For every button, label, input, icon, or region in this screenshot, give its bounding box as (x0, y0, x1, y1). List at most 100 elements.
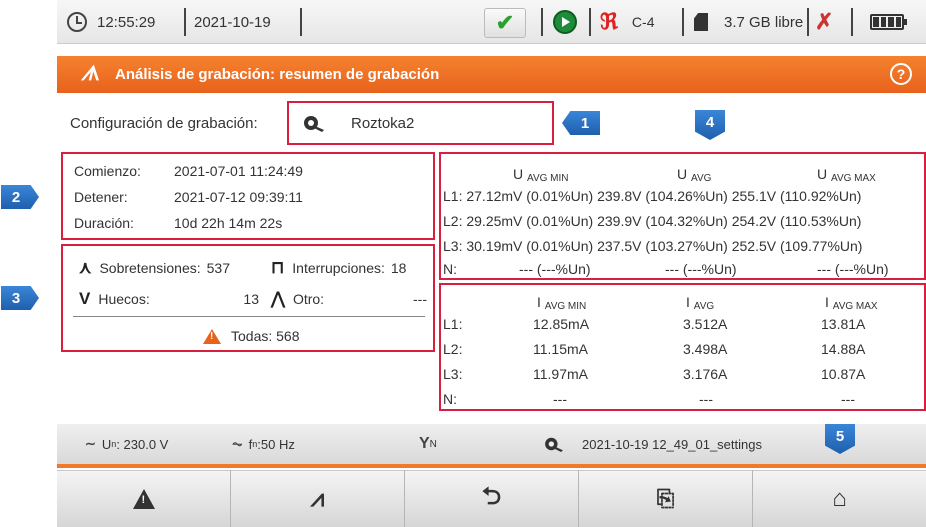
current-row-min: 11.97mA (533, 366, 588, 382)
config-gear-icon (545, 437, 563, 452)
callout-marker-4: 4 (695, 110, 725, 140)
battery-icon (870, 14, 907, 30)
voltage-header-min: U AVG MIN (513, 166, 569, 184)
interruptions-count: 18 (390, 260, 407, 276)
overvoltage-count: 537 (206, 260, 230, 276)
wireless-status: ✗ (815, 0, 833, 44)
current-row-min: 11.15mA (533, 341, 588, 357)
clock: 12:55:29 (67, 0, 155, 44)
current-row-max: 13.81A (821, 316, 866, 332)
interruptions-label: Interrupciones: (292, 260, 385, 276)
current-row-avg: 3.512A (683, 316, 728, 332)
current-header-avg: I AVG (686, 294, 715, 312)
clamp-icon: ℜ (600, 9, 618, 34)
recording-status[interactable] (553, 0, 577, 44)
interruptions-item: ⊓ Interrupciones: 18 (271, 258, 406, 278)
duration-row: Duración: 10d 22h 14m 22s (74, 215, 282, 231)
stop-value: 2021-07-12 09:39:11 (174, 189, 303, 205)
check-button[interactable]: ✔ (484, 8, 526, 38)
divider (300, 8, 302, 36)
check-icon: ✔ (495, 10, 515, 35)
other-count: --- (413, 291, 427, 307)
divider (589, 8, 591, 36)
events-panel: ⋏ Sobretensiones: 537 ⊓ Interrupciones: … (61, 244, 435, 352)
callout-marker-1: 1 (562, 111, 600, 135)
storage-free: 3.7 GB libre (724, 13, 804, 31)
divider (682, 8, 684, 36)
back-button[interactable]: ⮌ (405, 470, 579, 527)
divider (851, 8, 853, 36)
callout-marker-3: 3 (1, 286, 39, 310)
current-header-min: I AVG MIN (537, 294, 587, 312)
nominal-frequency: ⏦ f n:50 Hz (232, 436, 295, 452)
status-date: 2021-10-19 (194, 13, 271, 31)
voltage-row: L2: 29.25mV (0.01%Un) 239.9V (104.32%Un)… (443, 213, 862, 229)
current-panel: I AVG MIN I AVG I AVG MAX L1: 12.85mA 3.… (439, 283, 926, 411)
voltage-n-label: N: (443, 261, 457, 277)
current-row-min: 12.85mA (533, 316, 590, 332)
events-button[interactable] (57, 470, 231, 527)
current-row-avg: 3.176A (683, 366, 728, 382)
overvoltage-icon: ⋏ (79, 258, 92, 277)
recording-time-panel: Comienzo: 2021-07-01 11:24:49 Detener: 202… (61, 152, 435, 240)
current-row-avg: 3.498A (683, 341, 728, 357)
storage-status: 3.7 GB libre (694, 0, 803, 44)
current-row-label: L1: (443, 316, 463, 332)
dips-count: 13 (243, 291, 259, 307)
voltage-row: L3: 30.19mV (0.01%Un) 237.5V (103.27%Un)… (443, 238, 863, 254)
voltage-n-avg: --- (---%Un) (665, 261, 737, 277)
other-event-icon: ⋀ (271, 289, 285, 308)
settings-file-name: 2021-10-19 12_49_01_settings (582, 436, 762, 452)
sd-card-icon (694, 13, 708, 31)
config-value: Roztoka2 (351, 115, 415, 132)
current-row-max: 10.87A (821, 366, 866, 382)
duration-value: 10d 22h 14m 22s (174, 215, 283, 231)
bottom-nav: ⩘ ⮌ ⎘ ⌂ (57, 470, 926, 527)
current-row-avg: --- (699, 391, 713, 407)
start-label: Comienzo: (74, 163, 141, 179)
page-title: Análisis de grabación: resumen de grabac… (115, 66, 440, 83)
status-time: 12:55:29 (97, 13, 156, 31)
waveform-button[interactable]: ⩘ (231, 470, 405, 527)
voltage-header-max: U AVG MAX (817, 166, 876, 184)
voltage-panel: U AVG MIN U AVG U AVG MAX L1: 27.12mV (0… (439, 152, 926, 280)
help-icon[interactable]: ? (890, 63, 912, 85)
voltage-n-min: --- (---%Un) (519, 261, 591, 277)
config-selector[interactable]: Roztoka2 (287, 101, 554, 145)
total-label: Todas: 568 (231, 328, 300, 344)
divider (73, 316, 425, 317)
current-row-label: N: (443, 391, 457, 407)
settings-file: 2021-10-19 12_49_01_settings (544, 424, 762, 464)
warning-icon (132, 489, 155, 509)
status-bar: 12:55:29 2021-10-19 ✔ ℜ C-4 3.7 GB libre… (57, 0, 926, 44)
home-button[interactable]: ⌂ (753, 470, 926, 527)
dip-icon: V (79, 289, 91, 308)
dips-label: Huecos: (98, 291, 150, 307)
overvoltage-label: Sobretensiones: (99, 260, 201, 276)
interruption-icon: ⊓ (271, 258, 285, 277)
divider (184, 8, 186, 36)
other-label: Otro: (292, 291, 325, 307)
start-row: Comienzo: 2021-07-01 11:24:49 (74, 163, 303, 179)
report-button[interactable]: ⎘ (579, 470, 753, 527)
title-bar: ᗑ Análisis de grabación: resumen de grab… (57, 56, 926, 93)
voltage-row: L1: 27.12mV (0.01%Un) 239.8V (104.26%Un)… (443, 188, 862, 204)
stop-row: Detener: 2021-07-12 09:39:11 (74, 189, 303, 205)
divider (807, 8, 809, 36)
current-row-min: --- (553, 391, 567, 407)
clamp-status: ℜ C-4 (600, 0, 654, 44)
home-icon: ⌂ (832, 485, 847, 512)
app-logo-icon: ᗑ (80, 63, 100, 85)
config-label: Configuración de grabación: (70, 115, 258, 132)
no-wireless-icon: ✗ (815, 9, 834, 34)
callout-marker-2: 2 (1, 185, 39, 209)
overvoltage-item: ⋏ Sobretensiones: 537 (79, 258, 230, 278)
stop-label: Detener: (74, 189, 128, 205)
current-row-label: L3: (443, 366, 463, 382)
current-row-label: L2: (443, 341, 463, 357)
config-gear-icon (304, 116, 324, 132)
clamp-label: C-4 (631, 14, 655, 30)
back-arrow-icon: ⮌ (481, 482, 502, 510)
current-row-max: 14.88A (821, 341, 866, 357)
dips-item: V Huecos: 13 (79, 289, 259, 309)
